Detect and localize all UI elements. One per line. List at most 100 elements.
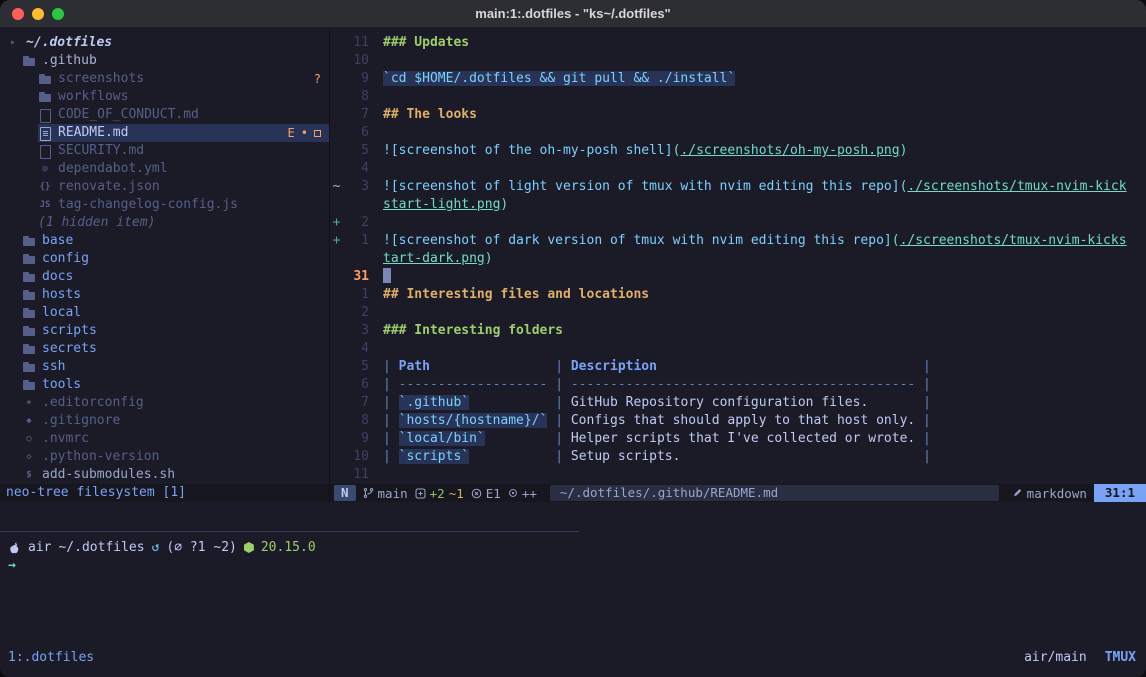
editor-line[interactable]: 8 [330,88,1146,106]
tree-item-label: base [42,232,73,250]
git-fetch-icon: ↺ [152,540,160,555]
editor-line[interactable]: 10| `scripts` | Setup scripts. | [330,448,1146,466]
shell-pane[interactable]: air ~/.dotfiles ↺ (⌀ ?1 ~2) 20.15.0 → 1:… [0,502,1146,677]
tree-item-1-hidden-item[interactable]: (1 hidden item) [0,214,329,232]
editor-line[interactable]: +1![screenshot of dark version of tmux w… [330,232,1146,250]
editor-buffer[interactable]: 11### Updates109`cd $HOME/.dotfiles && g… [330,28,1146,484]
folder-icon [22,342,36,356]
line-text: ## The looks [383,106,1146,124]
tree-item-docs[interactable]: docs [0,268,329,286]
folder-icon [22,378,36,392]
editor-line[interactable]: 9| `local/bin` | Helper scripts that I'v… [330,430,1146,448]
tree-item-renovate-json[interactable]: {}renovate.json [0,178,329,196]
tree-item-label: tools [42,376,81,394]
tmux-statusbar: 1:.dotfiles air/main TMUX [8,650,1136,665]
neotree-statusline-label: neo-tree filesystem [1] [6,485,186,500]
prompt-path: ~/.dotfiles [58,540,144,555]
nvim-area: ▸~/.dotfiles.githubscreenshots?workflows… [0,28,1146,484]
line-text: | `local/bin` | Helper scripts that I've… [383,430,1146,448]
gutter-sign [330,160,343,178]
lsp-icon [508,488,518,498]
gutter-sign [330,430,343,448]
editor-line[interactable]: 3### Interesting folders [330,322,1146,340]
tree-item-label: renovate.json [58,178,160,196]
editor-line[interactable]: +2 [330,214,1146,232]
editor-line[interactable]: 6| ------------------- | ---------------… [330,376,1146,394]
tmux-window-label[interactable]: 1:.dotfiles [8,650,94,665]
editor-line[interactable]: 5| Path | Description | [330,358,1146,376]
editor-line[interactable]: 4 [330,160,1146,178]
editor-line[interactable]: 10 [330,52,1146,70]
line-text: | ------------------- | ----------------… [383,376,1146,394]
tree-item-dotfiles[interactable]: ▸~/.dotfiles [0,34,329,52]
tree-item-label: docs [42,268,73,286]
line-text: ### Updates [383,34,1146,52]
tree-item-ssh[interactable]: ssh [0,358,329,376]
editor-line[interactable]: 11### Updates [330,34,1146,52]
lsp-group: ++ [508,486,537,501]
gutter-sign [330,250,343,268]
editor-line[interactable]: 5![screenshot of the oh-my-posh shell](.… [330,142,1146,160]
tree-item-tools[interactable]: tools [0,376,329,394]
line-text: | `.github` | GitHub Repository configur… [383,394,1146,412]
tree-item-nvmrc[interactable]: ○.nvmrc [0,430,329,448]
tree-item-secrets[interactable]: secrets [0,340,329,358]
tree-item-base[interactable]: base [0,232,329,250]
line-number [343,196,369,214]
tree-item-github[interactable]: .github [0,52,329,70]
line-number: 9 [343,70,369,88]
cursor [383,268,391,283]
editor-line[interactable]: 6 [330,124,1146,142]
markdown-icon [1012,488,1023,499]
git-diff-group: +2 ~1 [415,486,464,501]
gutter-sign [330,142,343,160]
filetype-group: markdown [1012,486,1087,501]
tree-item-scripts[interactable]: scripts [0,322,329,340]
editor-line[interactable]: 31 [330,268,1146,286]
gutter-sign [330,52,343,70]
tree-item-hosts[interactable]: hosts [0,286,329,304]
editor-line[interactable]: start-light.png) [330,196,1146,214]
editor-line[interactable]: 8| `hosts/{hostname}/` | Configs that sh… [330,412,1146,430]
tree-item-security-md[interactable]: SECURITY.md [0,142,329,160]
line-text [383,268,1146,286]
tree-item-code-of-conduct-md[interactable]: CODE_OF_CONDUCT.md [0,106,329,124]
editor-line[interactable]: 9`cd $HOME/.dotfiles && git pull && ./in… [330,70,1146,88]
gutter-sign [330,340,343,358]
editor-line[interactable]: tart-dark.png) [330,250,1146,268]
tree-item-local[interactable]: local [0,304,329,322]
tree-item-add-submodules-sh[interactable]: $add-submodules.sh [0,466,329,484]
gutter-sign [330,322,343,340]
tree-item-screenshots[interactable]: screenshots? [0,70,329,88]
gutter-sign [330,268,343,286]
editor-line[interactable]: 7| `.github` | GitHub Repository configu… [330,394,1146,412]
gitsign-add: + [330,214,343,232]
gutter-sign [330,88,343,106]
git-branch-group: main [363,486,408,501]
line-text: | Path | Description | [383,358,1146,376]
tree-item-label: screenshots [58,70,144,88]
tree-item-config[interactable]: config [0,250,329,268]
cursor-position: 31:1 [1094,484,1146,502]
tree-item-python-version[interactable]: ◇ .python-version [0,448,329,466]
editor-line[interactable]: 7## The looks [330,106,1146,124]
tree-item-tag-changelog-config-js[interactable]: JStag-changelog-config.js [0,196,329,214]
tree-item-readme-md[interactable]: README.mdE• [0,124,329,142]
python-icon: ◇ [22,450,36,464]
line-number: 31 [343,268,369,286]
editor-line[interactable]: 2 [330,304,1146,322]
tree-item-gitignore[interactable]: ◆.gitignore [0,412,329,430]
tree-item-label: .python-version [42,448,159,466]
editor-line[interactable]: 11 [330,466,1146,484]
tmux-badge: TMUX [1105,650,1136,665]
editor-line[interactable]: 4 [330,340,1146,358]
editor-line[interactable]: 1## Interesting files and locations [330,286,1146,304]
tree-item-editorconfig[interactable]: ∗.editorconfig [0,394,329,412]
line-number [343,250,369,268]
filepath-chip[interactable]: ~/.dotfiles/.github/README.md [550,485,999,501]
tree-item-workflows[interactable]: workflows [0,88,329,106]
tree-item-label: workflows [58,88,128,106]
tree-item-label: config [42,250,89,268]
tree-item-dependabot-yml[interactable]: ◎dependabot.yml [0,160,329,178]
editor-line[interactable]: ~3![screenshot of light version of tmux … [330,178,1146,196]
